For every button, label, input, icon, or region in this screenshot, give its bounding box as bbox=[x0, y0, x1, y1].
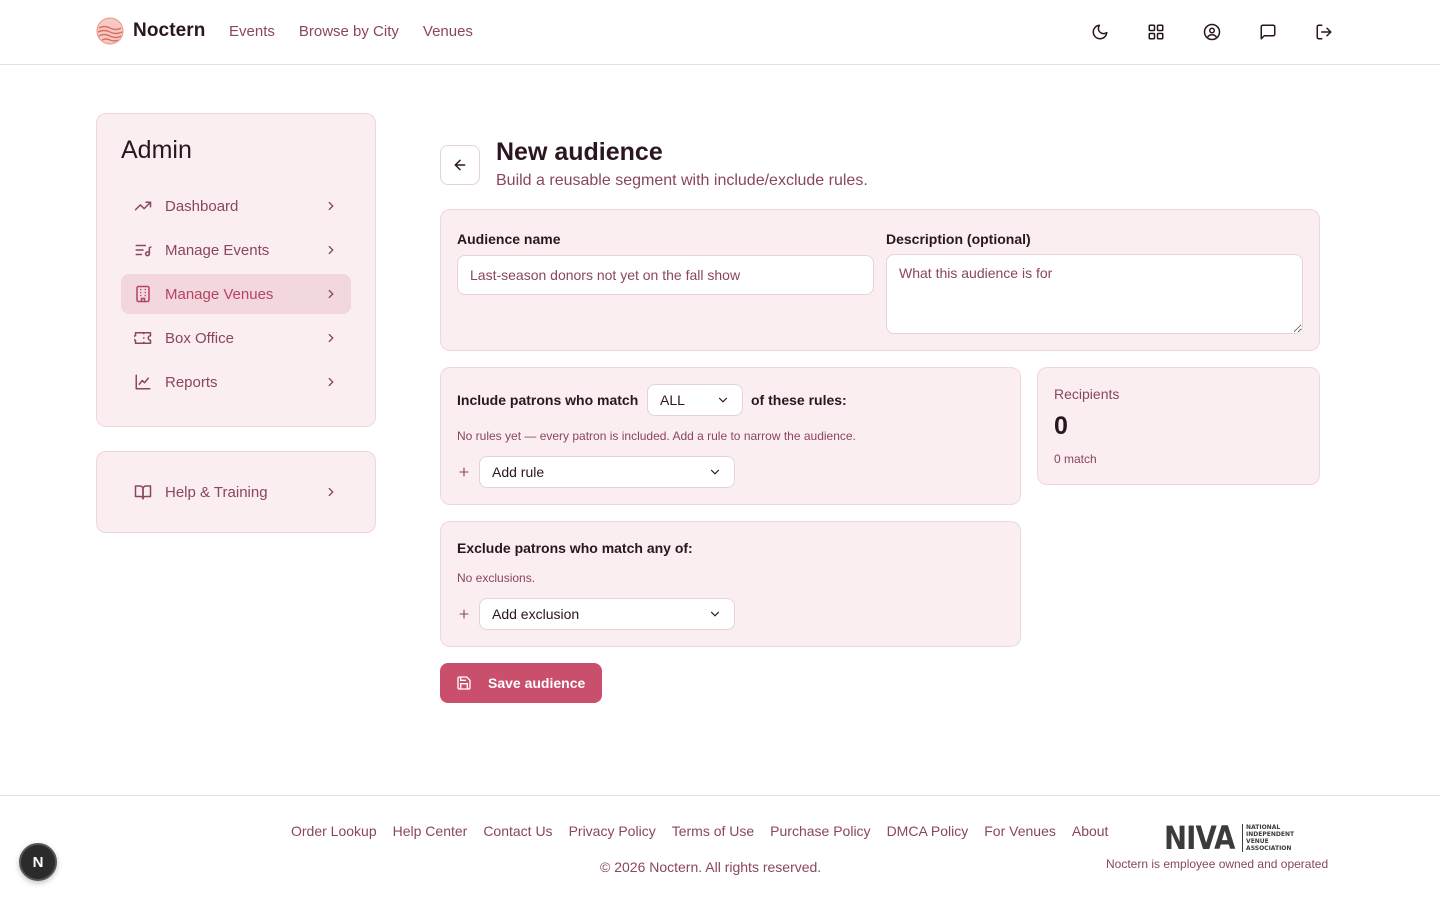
sidebar-item-label: Help & Training bbox=[165, 483, 268, 501]
save-icon bbox=[457, 676, 471, 690]
top-icon-bar bbox=[1088, 20, 1336, 44]
match-mode-value: ALL bbox=[660, 392, 685, 408]
trending-up-icon bbox=[133, 196, 153, 216]
waves-sun-logo bbox=[96, 17, 124, 45]
page-title: New audience bbox=[496, 138, 663, 166]
sidebar-item-manage-venues[interactable]: Manage Venues bbox=[121, 274, 351, 314]
footer: Order Lookup Help Center Contact Us Priv… bbox=[0, 795, 1440, 900]
ticket-icon bbox=[133, 328, 153, 348]
user-circle-icon[interactable] bbox=[1200, 20, 1224, 44]
nav-link-events[interactable]: Events bbox=[229, 23, 275, 40]
chevron-right-icon bbox=[323, 198, 339, 214]
nav-link-browse-by-city[interactable]: Browse by City bbox=[299, 23, 399, 40]
audience-name-label: Audience name bbox=[457, 231, 561, 247]
niva-logo-word: NIVA bbox=[1164, 819, 1235, 857]
audience-name-input[interactable] bbox=[457, 255, 874, 295]
admin-menu: Dashboard Manage Events Manage Venues Bo… bbox=[121, 186, 351, 406]
recipients-panel: Recipients 0 0 match bbox=[1037, 367, 1320, 485]
save-audience-button[interactable]: Save audience bbox=[440, 663, 602, 703]
include-rules-panel: Include patrons who match ALL of these r… bbox=[440, 367, 1021, 505]
sidebar-item-dashboard[interactable]: Dashboard bbox=[121, 186, 351, 226]
add-exclusion-label: Add exclusion bbox=[492, 606, 580, 622]
description-label: Description (optional) bbox=[886, 231, 1031, 247]
chevron-down-icon bbox=[708, 607, 722, 621]
add-rule-label: Add rule bbox=[492, 464, 545, 480]
sidebar-item-label: Manage Venues bbox=[165, 285, 274, 303]
book-open-icon bbox=[133, 482, 153, 502]
copyright: © 2026 Noctern. All rights reserved. bbox=[600, 859, 822, 875]
grid-icon[interactable] bbox=[1144, 20, 1168, 44]
chevron-down-icon bbox=[708, 465, 722, 479]
include-suffix: of these rules: bbox=[751, 392, 847, 408]
add-exclusion-select[interactable]: Add exclusion bbox=[479, 598, 735, 630]
description-textarea[interactable] bbox=[886, 254, 1303, 334]
niva-logo-sub: NATIONAL INDEPENDENT VENUE ASSOCIATION bbox=[1242, 824, 1294, 852]
footer-link-order-lookup[interactable]: Order Lookup bbox=[291, 823, 377, 839]
include-prefix: Include patrons who match bbox=[457, 392, 639, 408]
message-icon[interactable] bbox=[1256, 20, 1280, 44]
page-subtitle: Build a reusable segment with include/ex… bbox=[496, 172, 868, 189]
sidebar-title: Admin bbox=[121, 136, 192, 164]
add-rule-select[interactable]: Add rule bbox=[479, 456, 735, 488]
recipients-count: 0 bbox=[1054, 412, 1068, 440]
list-music-icon bbox=[133, 240, 153, 260]
logout-icon[interactable] bbox=[1312, 20, 1336, 44]
footer-links: Order Lookup Help Center Contact Us Priv… bbox=[291, 823, 1108, 839]
brand[interactable]: Noctern bbox=[96, 17, 206, 45]
nav-link-venues[interactable]: Venues bbox=[423, 23, 473, 40]
sidebar-item-label: Box Office bbox=[165, 329, 234, 347]
footer-link-about[interactable]: About bbox=[1072, 823, 1109, 839]
main-nav: Events Browse by City Venues bbox=[229, 23, 473, 40]
recipients-match: 0 match bbox=[1054, 452, 1097, 466]
sidebar-item-help-training[interactable]: Help & Training bbox=[121, 472, 351, 512]
sidebar-item-label: Reports bbox=[165, 373, 218, 391]
chevron-right-icon bbox=[323, 484, 339, 500]
top-navbar: Noctern Events Browse by City Venues bbox=[0, 0, 1440, 65]
sidebar-item-reports[interactable]: Reports bbox=[121, 362, 351, 402]
save-audience-label: Save audience bbox=[488, 675, 586, 691]
chevron-down-icon bbox=[716, 393, 730, 407]
chevron-right-icon bbox=[323, 374, 339, 390]
dev-tools-badge[interactable]: N bbox=[19, 843, 57, 881]
footer-link-terms-of-use[interactable]: Terms of Use bbox=[672, 823, 754, 839]
plus-icon bbox=[457, 465, 471, 479]
chevron-right-icon bbox=[323, 286, 339, 302]
ownership-tagline: Noctern is employee owned and operated bbox=[1106, 857, 1329, 871]
sidebar-item-label: Dashboard bbox=[165, 197, 239, 215]
audience-details-panel: Audience name Description (optional) bbox=[440, 209, 1320, 351]
footer-link-help-center[interactable]: Help Center bbox=[393, 823, 468, 839]
footer-link-privacy-policy[interactable]: Privacy Policy bbox=[569, 823, 656, 839]
exclude-heading: Exclude patrons who match any of: bbox=[457, 540, 693, 556]
admin-sidebar: Admin Dashboard Manage Events Manage Ven… bbox=[96, 113, 376, 427]
footer-link-for-venues[interactable]: For Venues bbox=[984, 823, 1056, 839]
match-mode-select[interactable]: ALL bbox=[647, 384, 743, 416]
chevron-right-icon bbox=[323, 330, 339, 346]
moon-icon[interactable] bbox=[1088, 20, 1112, 44]
chevron-right-icon bbox=[323, 242, 339, 258]
brand-name: Noctern bbox=[133, 20, 206, 41]
include-hint: No rules yet — every patron is included.… bbox=[457, 429, 856, 443]
plus-icon bbox=[457, 607, 471, 621]
sidebar-item-manage-events[interactable]: Manage Events bbox=[121, 230, 351, 270]
arrow-left-icon bbox=[454, 159, 466, 171]
back-button[interactable] bbox=[440, 145, 480, 185]
building-icon bbox=[133, 284, 153, 304]
footer-link-contact-us[interactable]: Contact Us bbox=[483, 823, 552, 839]
recipients-label: Recipients bbox=[1054, 386, 1120, 402]
niva-logo[interactable]: NIVA NATIONAL INDEPENDENT VENUE ASSOCIAT… bbox=[1164, 819, 1294, 857]
exclude-hint: No exclusions. bbox=[457, 571, 536, 585]
sidebar-item-label: Manage Events bbox=[165, 241, 270, 259]
sidebar-item-box-office[interactable]: Box Office bbox=[121, 318, 351, 358]
exclude-rules-panel: Exclude patrons who match any of: No exc… bbox=[440, 521, 1021, 647]
line-chart-icon bbox=[133, 372, 153, 392]
footer-link-purchase-policy[interactable]: Purchase Policy bbox=[770, 823, 870, 839]
help-sidebar: Help & Training bbox=[96, 451, 376, 533]
footer-link-dmca-policy[interactable]: DMCA Policy bbox=[887, 823, 969, 839]
